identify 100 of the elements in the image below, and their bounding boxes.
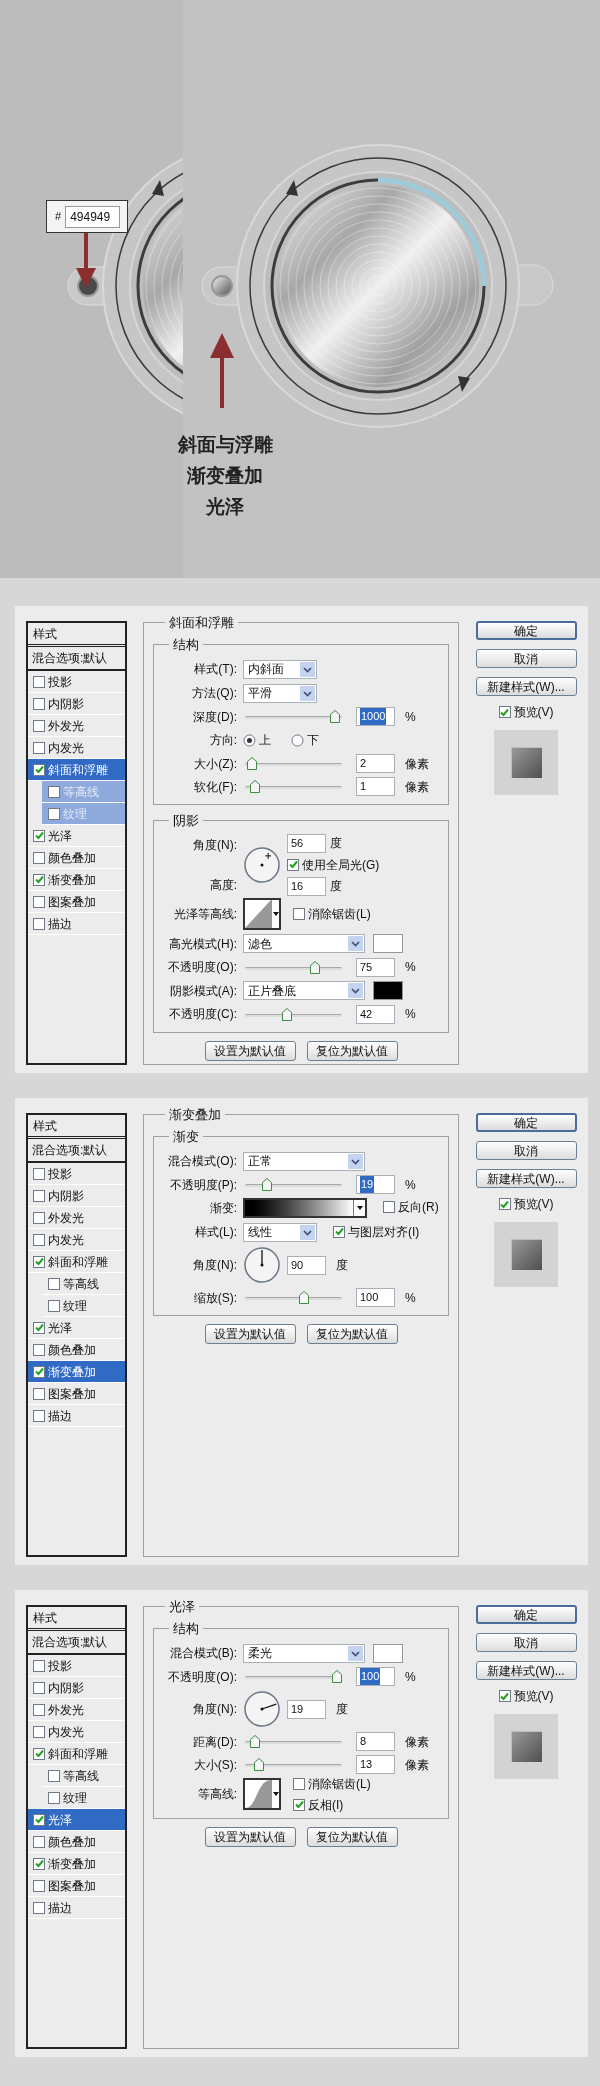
dropdown[interactable]: 正常 [243,1151,365,1171]
dropdown[interactable]: 正片叠底 [243,981,365,1000]
slider-thumb[interactable] [250,780,261,793]
style-list-item[interactable]: 图案叠加 [28,1875,125,1897]
style-list-item[interactable]: 渐变叠加 [28,1361,125,1383]
checkbox[interactable] [33,1365,45,1378]
slider-track[interactable] [245,710,342,723]
slider-thumb[interactable] [261,1178,272,1191]
checkbox[interactable] [33,1681,45,1694]
color-swatch[interactable] [373,1643,403,1663]
radio-button[interactable] [243,733,256,747]
style-list-item[interactable]: 投影 [28,1655,125,1677]
number-field[interactable]: 100 [356,1667,395,1686]
style-list-item[interactable]: 投影 [28,1163,125,1185]
style-list-item[interactable]: 图案叠加 [28,891,125,913]
checkbox[interactable] [333,1225,345,1238]
style-list-item[interactable]: 等高线 [42,1765,125,1787]
dropdown[interactable]: 平滑 [243,683,317,703]
checkbox[interactable] [33,1255,45,1268]
checkbox[interactable] [33,873,45,886]
angle-dial[interactable] [243,1246,281,1284]
checkbox[interactable] [293,1777,305,1790]
style-list-item[interactable]: 斜面和浮雕 [28,1251,125,1273]
radio-option[interactable]: 下 [291,731,319,749]
style-list-item[interactable]: 光泽 [28,1317,125,1339]
style-list-item[interactable]: 内阴影 [28,1677,125,1699]
push-button[interactable]: 确定 [475,1605,577,1624]
style-list-item[interactable]: 渐变叠加 [28,869,125,891]
push-button[interactable]: 取消 [475,649,577,668]
checkbox[interactable] [33,1233,45,1246]
style-list-item[interactable]: 等高线 [42,1273,125,1295]
slider-thumb[interactable] [330,710,341,723]
number-field[interactable]: 19 [356,1175,395,1194]
color-swatch[interactable] [373,934,403,953]
push-button[interactable]: 复位为默认值 [306,1040,398,1061]
number-field[interactable]: 2 [356,754,395,773]
style-list-item[interactable]: 斜面和浮雕 [28,759,125,781]
push-button[interactable]: 设置为默认值 [204,1324,296,1344]
checkbox[interactable] [33,1725,45,1738]
slider-track[interactable] [245,1007,342,1021]
slider-thumb[interactable] [250,1735,261,1748]
push-button[interactable]: 复位为默认值 [306,1827,398,1847]
contour-picker[interactable] [243,1778,281,1810]
style-list-item[interactable]: 内阴影 [28,693,125,715]
number-field[interactable]: 100 [356,1288,395,1307]
checkbox[interactable] [33,1901,45,1914]
push-button[interactable]: 取消 [475,1141,577,1160]
number-field[interactable]: 16 [287,876,326,896]
number-field[interactable]: 19 [287,1699,326,1719]
checkbox[interactable] [48,1277,60,1290]
number-field[interactable]: 75 [356,957,395,977]
push-button[interactable]: 设置为默认值 [204,1827,296,1847]
checkbox[interactable] [498,1690,511,1702]
slider-thumb[interactable] [253,1758,264,1771]
checkbox[interactable] [33,741,45,754]
slider-track[interactable] [245,1735,342,1748]
contour-picker[interactable] [243,897,281,930]
checkbox[interactable] [33,1409,45,1422]
dropdown[interactable]: 线性 [243,1222,317,1242]
checkbox[interactable] [33,1659,45,1672]
style-list-item[interactable]: 描边 [28,1897,125,1919]
checkbox[interactable] [293,1798,305,1811]
slider-thumb[interactable] [298,1291,309,1304]
checkbox[interactable] [48,1769,60,1782]
number-field[interactable]: 42 [356,1004,395,1024]
radio-option[interactable]: 上 [243,731,271,749]
checkbox[interactable] [48,1791,60,1804]
checkbox[interactable] [33,1879,45,1892]
style-list-item[interactable]: 光泽 [28,1809,125,1831]
checkbox[interactable] [33,1321,45,1334]
push-button[interactable]: 复位为默认值 [306,1324,398,1344]
slider-track[interactable] [245,780,342,793]
checkbox[interactable] [33,917,45,930]
slider-thumb[interactable] [246,757,257,770]
checkbox[interactable] [33,1387,45,1400]
dropdown[interactable]: 内斜面 [243,659,317,679]
style-list-item[interactable]: 颜色叠加 [28,1831,125,1853]
style-list-item[interactable]: 内阴影 [28,1185,125,1207]
checkbox[interactable] [33,719,45,732]
style-list-item[interactable]: 光泽 [28,825,125,847]
dropdown[interactable]: 滤色 [243,934,365,953]
style-list-item[interactable]: 外发光 [28,715,125,737]
style-list-item[interactable]: 斜面和浮雕 [28,1743,125,1765]
checkbox[interactable] [383,1201,395,1213]
checkbox[interactable] [498,1198,511,1210]
checkbox[interactable] [287,858,299,871]
checkbox[interactable] [33,1211,45,1224]
checkbox[interactable] [33,851,45,864]
checkbox[interactable] [33,1343,45,1356]
gradient-picker[interactable] [243,1198,367,1218]
checkbox[interactable] [33,675,45,688]
number-field[interactable]: 1 [356,777,395,796]
style-list-item[interactable]: 混合选项:默认 [28,1139,125,1163]
radio-button[interactable] [291,733,304,747]
style-list-item[interactable]: 图案叠加 [28,1383,125,1405]
checkbox[interactable] [48,807,60,820]
number-field[interactable]: 1000 [356,707,395,726]
style-list-item[interactable]: 混合选项:默认 [28,647,125,671]
dropdown[interactable]: 柔光 [243,1643,365,1663]
checkbox[interactable] [293,907,305,920]
